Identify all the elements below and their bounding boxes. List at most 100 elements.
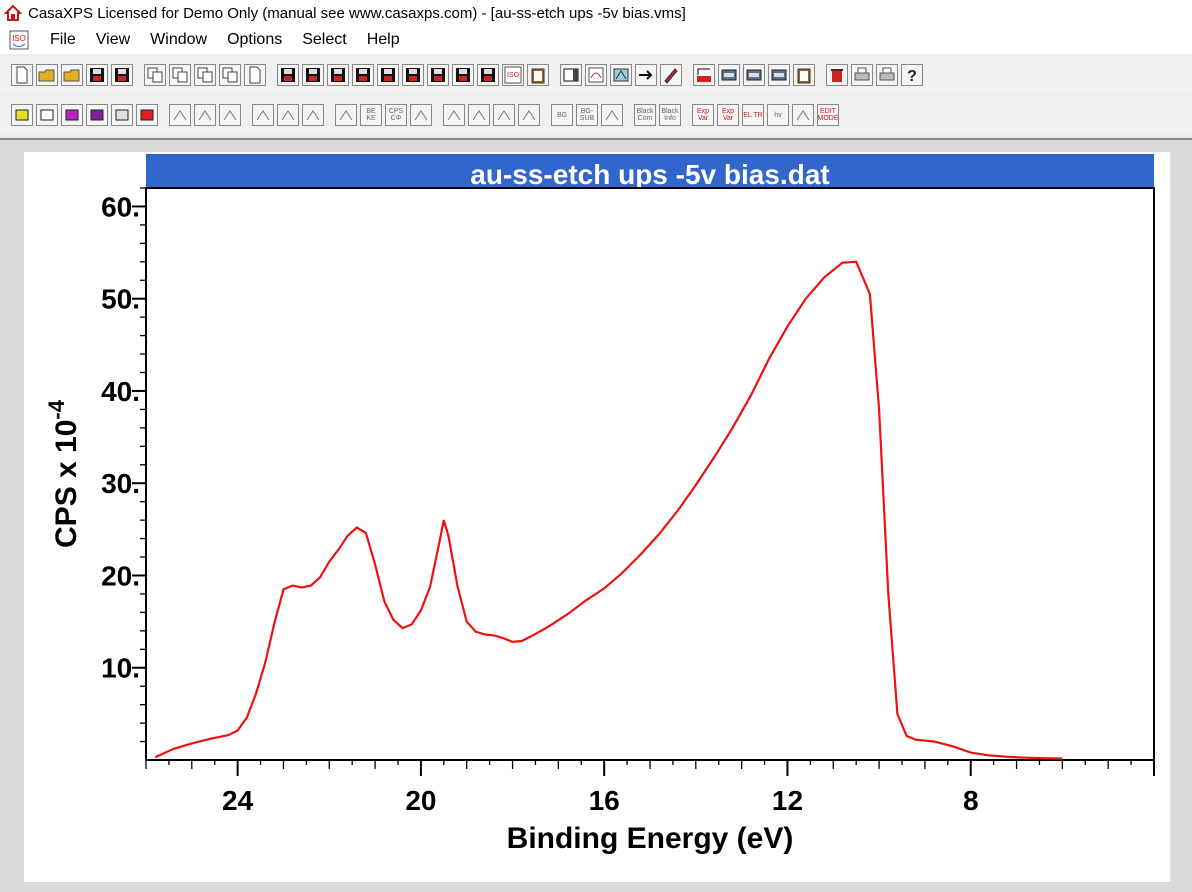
copy-button[interactable] bbox=[144, 64, 166, 86]
region-color-icon bbox=[115, 109, 129, 121]
save-button[interactable] bbox=[452, 64, 474, 86]
copy-button[interactable] bbox=[219, 64, 241, 86]
open-folder-icon bbox=[63, 69, 80, 82]
calibrate-button[interactable] bbox=[585, 64, 607, 86]
toolbar-tool-button[interactable]: Black Com bbox=[634, 104, 656, 126]
iso-icon: ISO bbox=[504, 66, 522, 84]
clipboard-button[interactable] bbox=[527, 64, 549, 86]
y-tick-label: 10. bbox=[101, 653, 140, 684]
library-button[interactable] bbox=[693, 64, 715, 86]
document-iso-icon[interactable]: ISO bbox=[8, 29, 30, 51]
tool-button[interactable] bbox=[743, 64, 765, 86]
trash-button[interactable] bbox=[826, 64, 848, 86]
menu-options[interactable]: Options bbox=[217, 28, 292, 52]
toolbar-tool-button[interactable]: CPS CΦ bbox=[385, 104, 407, 126]
toolbar-tool-button[interactable]: BG bbox=[551, 104, 573, 126]
toolbar-tool-button[interactable] bbox=[111, 104, 133, 126]
display-button[interactable] bbox=[610, 64, 632, 86]
toolbar-tool-button[interactable]: hv bbox=[767, 104, 789, 126]
x-axis-label: Binding Energy (eV) bbox=[507, 822, 794, 855]
open-folder-button[interactable] bbox=[61, 64, 83, 86]
save-icon bbox=[306, 68, 320, 82]
toolbar-tool-button[interactable] bbox=[410, 104, 432, 126]
toolbar-tool-label: Exp Var bbox=[721, 108, 735, 122]
spectrum-chart[interactable]: au-ss-etch ups -5v bias.dat 24 20 16 12 8 10… bbox=[24, 152, 1170, 882]
toolbar-tool-button[interactable] bbox=[194, 104, 216, 126]
save-button[interactable] bbox=[327, 64, 349, 86]
toolbar-tool-button[interactable] bbox=[792, 104, 814, 126]
save-button[interactable] bbox=[477, 64, 499, 86]
clipboard-button[interactable] bbox=[793, 64, 815, 86]
toolbar-tool-button[interactable] bbox=[86, 104, 108, 126]
toolbar-tool-button[interactable]: Black Info bbox=[659, 104, 681, 126]
pencil-icon bbox=[664, 68, 678, 84]
copy-icon bbox=[222, 67, 238, 83]
toolbar-tool-button[interactable]: Exp Var bbox=[692, 104, 714, 126]
menu-file[interactable]: File bbox=[40, 28, 86, 52]
toolbar-tool-button[interactable] bbox=[219, 104, 241, 126]
save-button[interactable] bbox=[402, 64, 424, 86]
save-button[interactable] bbox=[86, 64, 108, 86]
toolbar-tool-button[interactable] bbox=[518, 104, 540, 126]
open-folder-button[interactable] bbox=[36, 64, 58, 86]
iso-button[interactable]: ISO bbox=[502, 64, 524, 86]
menu-view[interactable]: View bbox=[86, 28, 140, 52]
tool-button[interactable] bbox=[768, 64, 790, 86]
toolbar-tool-button[interactable] bbox=[11, 104, 33, 126]
save-button[interactable] bbox=[277, 64, 299, 86]
toolbar-tool-button[interactable]: EL TR bbox=[742, 104, 764, 126]
toolbar-tool-button[interactable] bbox=[601, 104, 623, 126]
toolbar-tool-button[interactable] bbox=[136, 104, 158, 126]
toolbar-tool-button[interactable]: EDIT MODE bbox=[817, 104, 839, 126]
menu-help[interactable]: Help bbox=[357, 28, 410, 52]
toolbar-tool-button[interactable] bbox=[335, 104, 357, 126]
calibrate-icon bbox=[588, 67, 604, 83]
toolbar-tool-button[interactable]: Exp Var bbox=[717, 104, 739, 126]
toolbar-tool-button[interactable] bbox=[302, 104, 324, 126]
save-icon bbox=[381, 68, 395, 82]
processing-toolbar: BE KE CPS CΦ BG BG- SUB Black Com Black Info E… bbox=[0, 96, 1192, 134]
toolbar-tool-button[interactable] bbox=[61, 104, 83, 126]
library-icon bbox=[697, 68, 711, 82]
save-as-icon bbox=[115, 68, 129, 82]
toolbar-tool-button[interactable]: BE KE bbox=[360, 104, 382, 126]
save-button[interactable] bbox=[427, 64, 449, 86]
toolbar-tool-button[interactable]: BG- SUB bbox=[576, 104, 598, 126]
save-as-button[interactable] bbox=[111, 64, 133, 86]
print-button[interactable] bbox=[851, 64, 873, 86]
help-button[interactable]: ? bbox=[901, 64, 923, 86]
print-preview-button[interactable] bbox=[876, 64, 898, 86]
region-color-icon bbox=[140, 109, 154, 121]
region-color-icon bbox=[90, 109, 104, 121]
toolbar-tool-button[interactable] bbox=[252, 104, 274, 126]
toolbar-tool-label: BG- SUB bbox=[579, 108, 595, 122]
menu-window[interactable]: Window bbox=[140, 28, 217, 52]
peak-tool-icon bbox=[198, 110, 212, 121]
tool-button[interactable] bbox=[718, 64, 740, 86]
toolbar-tool-button[interactable] bbox=[493, 104, 515, 126]
new-document-button[interactable] bbox=[11, 64, 33, 86]
toolbar-tool-button[interactable] bbox=[443, 104, 465, 126]
toolbar-tool-button[interactable] bbox=[277, 104, 299, 126]
save-button[interactable] bbox=[302, 64, 324, 86]
peak-tool-icon bbox=[281, 110, 295, 121]
toolbar-tool-button[interactable] bbox=[468, 104, 490, 126]
copy-button[interactable] bbox=[194, 64, 216, 86]
copy-button[interactable] bbox=[169, 64, 191, 86]
toolbar-tool-button[interactable] bbox=[36, 104, 58, 126]
plot-area bbox=[145, 187, 1155, 761]
menu-select[interactable]: Select bbox=[292, 28, 356, 52]
spectrum-trace bbox=[154, 260, 1063, 760]
pencil-button[interactable] bbox=[660, 64, 682, 86]
arrow-right-button[interactable] bbox=[635, 64, 657, 86]
toolbar-tool-button[interactable] bbox=[169, 104, 191, 126]
save-button[interactable] bbox=[352, 64, 374, 86]
y-axis: 10. 20. 30. 40. 50. 60. bbox=[101, 187, 146, 743]
plot-canvas[interactable]: au-ss-etch ups -5v bias.dat 24 20 16 12 8 10… bbox=[24, 152, 1170, 882]
save-icon bbox=[356, 68, 370, 82]
main-toolbar: ISO? bbox=[0, 56, 1192, 94]
peak-tool-icon bbox=[256, 110, 270, 121]
page-button[interactable] bbox=[244, 64, 266, 86]
save-button[interactable] bbox=[377, 64, 399, 86]
window-button[interactable] bbox=[560, 64, 582, 86]
